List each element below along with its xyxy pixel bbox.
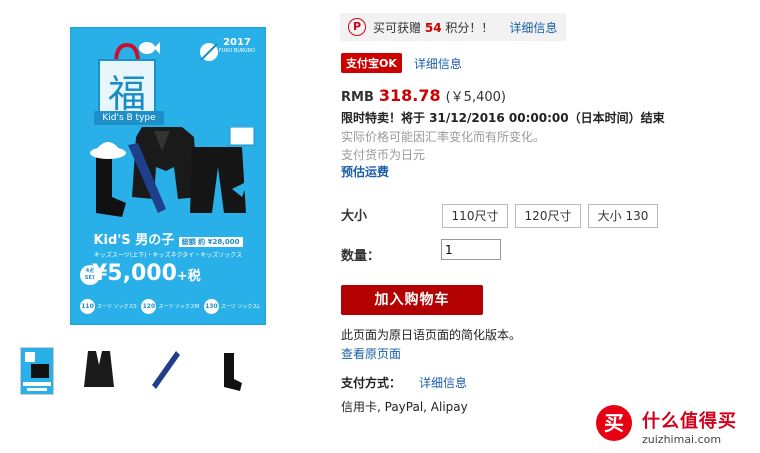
- sale-deadline: 限时特卖！将于 31/12/2016 00:00:00（日本时间）结束: [341, 111, 665, 125]
- size-option-120[interactable]: 120尺寸: [515, 204, 581, 228]
- alipay-details-link[interactable]: 详细信息: [414, 55, 462, 72]
- thumbnail-strip: [20, 347, 260, 397]
- price-row: RMB 318.78 (￥5,400): [341, 86, 506, 105]
- jacket-thumb-icon: [84, 351, 114, 387]
- size-number: 120: [141, 299, 157, 314]
- simplified-page-note: 此页面为原日语页面的简化版本。: [341, 328, 522, 342]
- total-value-label: 総額 約 ¥28,000: [178, 237, 243, 247]
- alipay-row: 支付宝OK 详细信息: [341, 53, 462, 73]
- size-badge: 110 スーツ ソックスS: [80, 299, 137, 314]
- payment-details-link[interactable]: 详细信息: [419, 374, 467, 391]
- payment-label: 支付方式：: [341, 376, 402, 390]
- price-currency: RMB: [341, 90, 374, 105]
- product-image-canvas: 2017 FUKU BUKURO 福 Kid's B type Kid'S 男の…: [72, 29, 264, 323]
- quantity-label: 数量：: [341, 249, 381, 264]
- watermark: 买 什么值得买 zuizhimai.com: [596, 403, 756, 451]
- year-box: 2017 FUKU BUKURO: [216, 37, 258, 54]
- payment-methods: 信用卡, PayPal, Alipay: [341, 400, 468, 414]
- clothes-illustration: [90, 127, 255, 217]
- tax-suffix: +税: [176, 269, 201, 284]
- kids-title-text: Kid'S 男の子: [93, 233, 175, 248]
- shipping-estimate-link[interactable]: 预估运费: [341, 163, 389, 180]
- add-to-cart-button[interactable]: 加入购物车: [341, 285, 483, 315]
- fish-icon: [139, 42, 160, 54]
- quantity-input[interactable]: [441, 239, 501, 260]
- watermark-title: 什么值得买: [642, 411, 737, 432]
- points-details-link[interactable]: 详细信息: [509, 19, 557, 36]
- size-desc: スーツ ソックスM: [158, 304, 200, 310]
- image-price: ¥5,000+税: [92, 261, 264, 286]
- jp-subtitle: キッズスーツ(上下)・キッズネクタイ・キッズソックス: [93, 252, 243, 259]
- size-number: 130: [203, 299, 219, 314]
- thumbnail-socks[interactable]: [216, 347, 250, 395]
- currency-note: 支付货币为日元: [341, 148, 426, 162]
- toy-plane-icon: [200, 43, 218, 61]
- kids-title: Kid'S 男の子 総額 約 ¥28,000: [72, 229, 264, 248]
- price-amount: 318.78: [378, 86, 441, 105]
- alipay-badge: 支付宝OK: [341, 53, 402, 73]
- price-yen: (￥5,400): [445, 90, 506, 105]
- size-option-110[interactable]: 110尺寸: [442, 204, 508, 228]
- tie-thumb-icon: [152, 351, 180, 389]
- size-badges: 110 スーツ ソックスS 120 スーツ ソックスM 130 スーツ ソックス…: [80, 299, 260, 314]
- points-prefix: 买可获赠: [373, 20, 422, 35]
- size-number: 110: [80, 299, 95, 314]
- fuku-character: 福: [108, 72, 147, 116]
- thumbnail-jacket[interactable]: [82, 347, 116, 395]
- points-icon: P: [348, 18, 366, 36]
- size-option-130[interactable]: 大小 130: [588, 204, 658, 228]
- watermark-logo-icon: 买: [596, 405, 632, 441]
- product-main-image[interactable]: 2017 FUKU BUKURO 福 Kid's B type Kid'S 男の…: [70, 27, 266, 325]
- size-label: 大小: [341, 209, 368, 224]
- points-suffix: 积分！！: [445, 20, 494, 35]
- image-price-value: ¥5,000: [92, 261, 177, 286]
- view-original-link[interactable]: 查看原页面: [341, 345, 401, 362]
- points-value: 54: [424, 20, 442, 35]
- year-text: 2017: [223, 37, 251, 48]
- size-badge: 130 スーツ ソックスL: [203, 299, 260, 314]
- points-text: 买可获赠 54 积分！！: [373, 19, 493, 36]
- size-desc: スーツ ソックスS: [97, 304, 137, 310]
- location-text: FUKU BUKURO: [218, 48, 256, 54]
- poster-thumb-icon: [23, 352, 51, 391]
- thumbnail-tie[interactable]: [148, 347, 182, 395]
- size-badge: 120 スーツ ソックスM: [141, 299, 199, 314]
- watermark-url: zuizhimai.com: [642, 433, 722, 446]
- socks-thumb-icon: [224, 353, 242, 391]
- points-box: P 买可获赠 54 积分！！ 详细信息: [340, 13, 566, 41]
- size-desc: スーツ ソックスL: [220, 304, 260, 310]
- exchange-rate-note: 实际价格可能因汇率变化而有所变化。: [341, 130, 546, 144]
- thumbnail-poster[interactable]: [20, 347, 54, 395]
- b-type-label: Kid's B type: [94, 111, 164, 125]
